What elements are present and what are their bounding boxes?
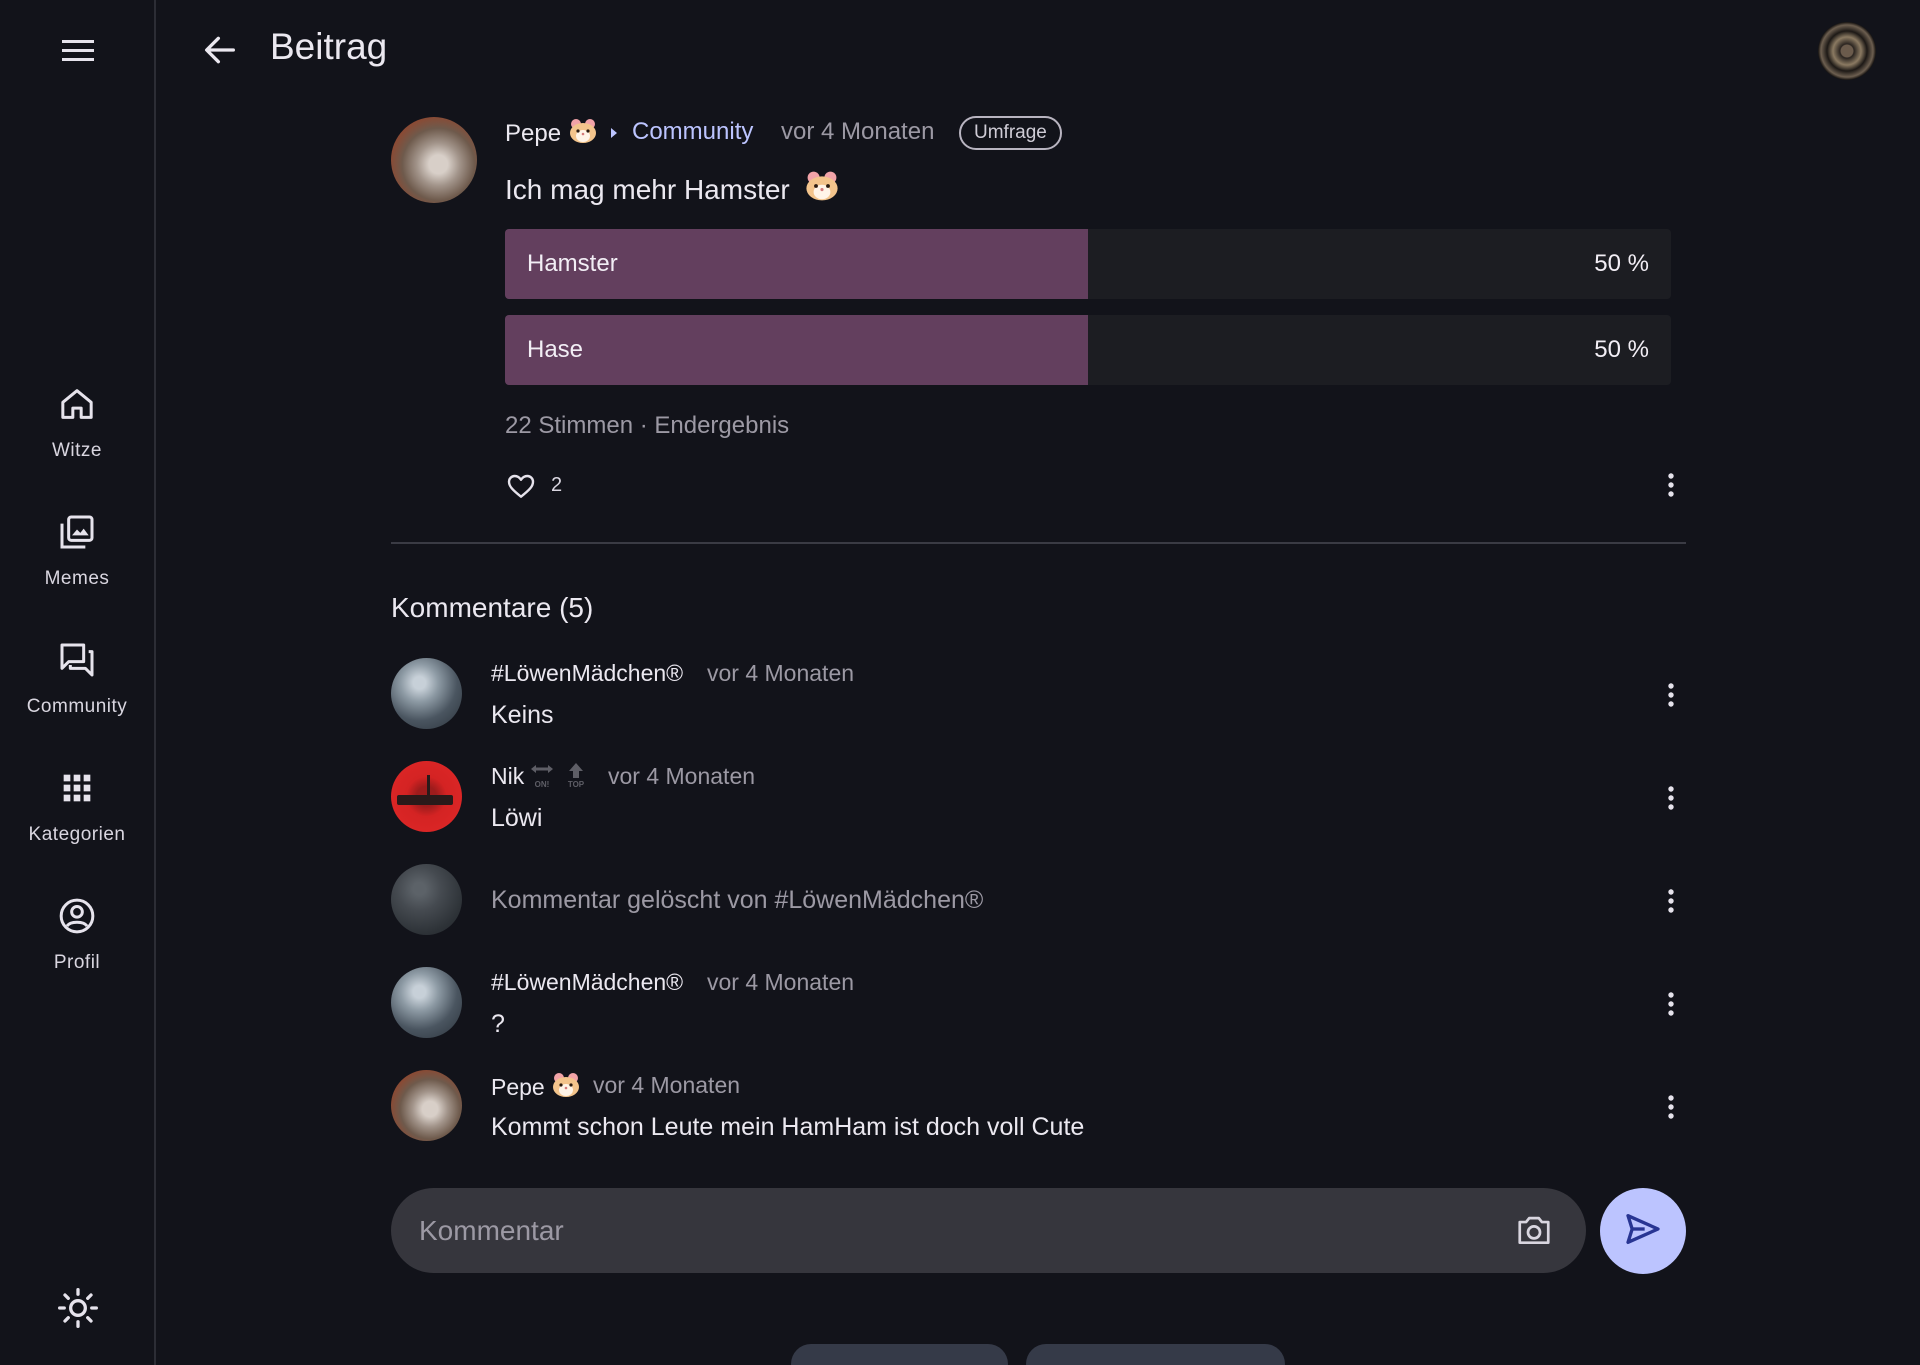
nav-item-label: Memes <box>44 568 110 589</box>
poll-option-hase[interactable]: Hase 50 % <box>505 315 1671 385</box>
badge-label: TOP <box>568 780 585 789</box>
bottom-chip[interactable] <box>1026 1344 1285 1365</box>
poll-result-bar <box>505 315 1088 385</box>
breadcrumb-arrow-icon <box>610 126 618 138</box>
more-vert-icon[interactable] <box>1656 781 1686 815</box>
image-library-icon <box>57 512 97 552</box>
bottom-chip[interactable] <box>791 1344 1008 1365</box>
nav-item-label: Community <box>26 696 128 717</box>
poll-option-label: Hamster <box>527 250 618 277</box>
comment-timestamp: vor 4 Monaten <box>593 1072 741 1098</box>
comment-author[interactable]: Nik <box>491 763 524 790</box>
poll-option-percent: 50 % <box>1594 336 1649 363</box>
comment-avatar <box>391 864 462 935</box>
comments-heading: Kommentare (5) <box>391 592 594 623</box>
comment-text: Keins <box>491 701 554 729</box>
page-title: Beitrag <box>270 26 388 67</box>
more-vert-icon[interactable] <box>1656 468 1686 502</box>
comment-input[interactable] <box>419 1188 1469 1273</box>
forum-icon <box>57 640 97 680</box>
send-button[interactable] <box>1600 1188 1686 1274</box>
nav-item-label: Profil <box>53 952 101 973</box>
more-vert-icon[interactable] <box>1656 1090 1686 1124</box>
more-vert-icon[interactable] <box>1656 884 1686 918</box>
more-vert-icon[interactable] <box>1656 987 1686 1021</box>
comment-author[interactable]: #LöwenMädchen® <box>491 969 683 996</box>
more-vert-icon[interactable] <box>1656 678 1686 712</box>
comment-avatar[interactable] <box>391 1070 462 1141</box>
comment-text: Kommt schon Leute mein HamHam ist doch v… <box>491 1113 1085 1141</box>
nav-item-profil[interactable]: Profil <box>0 894 154 1004</box>
account-circle-icon <box>57 896 97 936</box>
online-badge-icon: ON! <box>528 761 556 789</box>
comment-timestamp: vor 4 Monaten <box>707 660 855 686</box>
poll-vote-summary: 22 Stimmen · Endergebnis <box>505 412 790 439</box>
poll-option-hamster[interactable]: Hamster 50 % <box>505 229 1671 299</box>
nav-item-witze[interactable]: Witze <box>0 382 154 492</box>
top-badge-icon: TOP <box>562 761 590 789</box>
menu-icon[interactable] <box>56 32 100 68</box>
comment-author[interactable]: Pepe <box>491 1072 581 1101</box>
post-author-avatar[interactable] <box>391 117 477 203</box>
comment-avatar[interactable] <box>391 761 462 832</box>
comment-avatar[interactable] <box>391 967 462 1038</box>
deleted-comment-text: Kommentar gelöscht von #LöwenMädchen® <box>491 886 984 914</box>
post-author-label: Pepe <box>505 120 562 147</box>
hamster-emoji-icon <box>804 170 840 202</box>
post-text: Ich mag mehr Hamster <box>505 170 840 206</box>
poll-option-label: Hase <box>527 336 584 363</box>
nav-item-kategorien[interactable]: Kategorien <box>0 766 154 876</box>
theme-toggle-icon[interactable] <box>56 1286 100 1330</box>
comment-author-label: Pepe <box>491 1074 545 1100</box>
post-author-name[interactable]: Pepe <box>505 118 598 148</box>
grid-icon <box>57 768 97 808</box>
comment-avatar[interactable] <box>391 658 462 729</box>
comment-author[interactable]: #LöwenMädchen® <box>491 660 683 687</box>
hamster-emoji-icon <box>551 1072 581 1098</box>
post-community-link[interactable]: Community <box>632 118 753 146</box>
comment-field <box>391 1188 1586 1273</box>
comment-timestamp: vor 4 Monaten <box>608 763 756 789</box>
home-icon <box>57 384 97 424</box>
poll-option-percent: 50 % <box>1594 250 1649 277</box>
comment-text: ? <box>491 1010 505 1038</box>
divider <box>391 542 1686 544</box>
comment-timestamp: vor 4 Monaten <box>707 969 855 995</box>
nav-item-memes[interactable]: Memes <box>0 510 154 620</box>
camera-icon[interactable] <box>1515 1212 1553 1248</box>
comment-text: Löwi <box>491 804 543 832</box>
hamster-emoji-icon <box>568 118 598 144</box>
heart-icon[interactable] <box>505 470 537 502</box>
post-timestamp: vor 4 Monaten <box>781 118 935 145</box>
poll-badge: Umfrage <box>959 116 1062 150</box>
back-arrow-icon[interactable] <box>200 30 240 70</box>
user-avatar[interactable] <box>1818 22 1876 80</box>
nav-item-label: Witze <box>52 440 102 461</box>
send-icon <box>1623 1209 1663 1254</box>
badge-label: ON! <box>535 780 550 789</box>
like-count: 2 <box>551 474 563 496</box>
nav-item-label: Kategorien <box>28 824 126 845</box>
navigation-rail: Witze Memes Community Kategorien Profil <box>0 0 156 1365</box>
nav-item-community[interactable]: Community <box>0 638 154 748</box>
post-text-label: Ich mag mehr Hamster <box>505 174 790 205</box>
